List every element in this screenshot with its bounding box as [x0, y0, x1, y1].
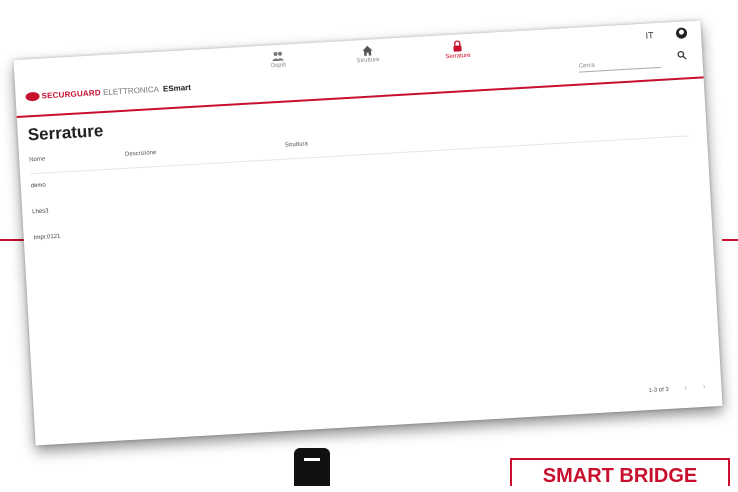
nav-tab-label: Serrature: [445, 52, 471, 61]
nav-tab-label: Ospiti: [270, 62, 287, 70]
device-icon: [294, 448, 330, 486]
column-header-structure[interactable]: Struttura: [285, 141, 308, 148]
column-header-description[interactable]: Descrizione: [125, 150, 157, 158]
cell-name: demo: [30, 182, 46, 190]
nav-tab-guests[interactable]: Ospiti: [249, 49, 306, 70]
brand-logo[interactable]: SECURGUARD ELETTRONICA ESmart: [25, 83, 191, 102]
logo-subtitle: ELETTRONICA: [102, 84, 160, 98]
header-actions: IT: [645, 27, 688, 40]
account-icon[interactable]: [675, 27, 688, 40]
pagination: 1-3 of 3 ‹ ›: [648, 382, 705, 394]
search-input[interactable]: Cerca: [578, 58, 661, 73]
prev-page-button[interactable]: ‹: [684, 383, 687, 392]
next-page-button[interactable]: ›: [702, 382, 705, 391]
decorative-red-line-right: [722, 239, 738, 241]
pagination-range: 1-3 of 3: [648, 386, 670, 395]
lock-icon: [453, 40, 462, 52]
cell-name: Lhes3: [32, 208, 49, 216]
product-badge: SMART BRIDGE: [510, 458, 730, 487]
page-title: Serrature: [27, 121, 104, 145]
cell-name: Impr.0121: [33, 233, 61, 242]
column-header-name[interactable]: Nome: [29, 156, 45, 163]
home-icon: [362, 45, 373, 56]
app-screenshot: SECURGUARD ELETTRONICA ESmart Ospiti Stru…: [13, 20, 723, 446]
product-badge-label: SMART BRIDGE: [542, 465, 698, 487]
language-selector[interactable]: IT: [645, 30, 654, 40]
logo-mark-icon: [25, 92, 40, 102]
nav-tab-structures[interactable]: Strutture: [339, 44, 396, 65]
app-header: SECURGUARD ELETTRONICA ESmart Ospiti Stru…: [13, 20, 704, 118]
people-icon: [271, 51, 284, 62]
logo-brand-name: SECURGUARD: [41, 88, 102, 101]
nav-tab-locks[interactable]: Serrature: [429, 39, 486, 61]
search-icon[interactable]: [677, 50, 687, 60]
app-name: ESmart: [162, 82, 192, 94]
nav-tab-label: Strutture: [356, 57, 380, 65]
